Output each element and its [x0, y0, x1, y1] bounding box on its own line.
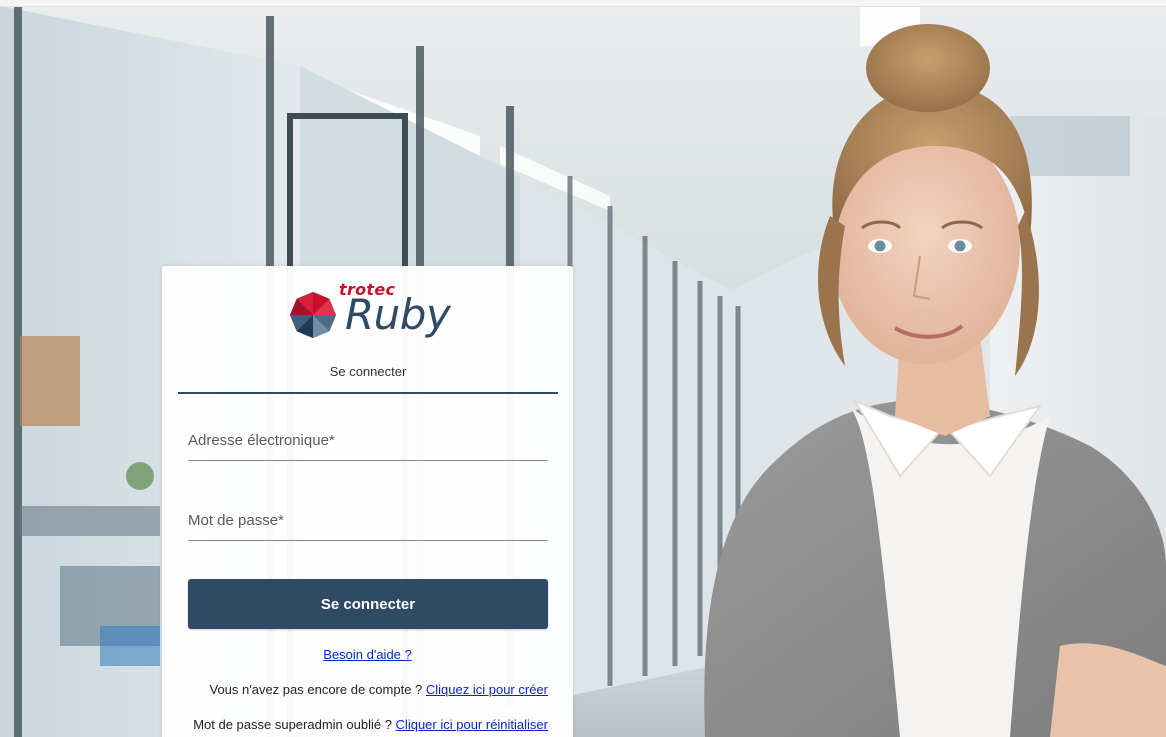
password-input[interactable]: [188, 504, 552, 542]
forgot-superadmin-text: Mot de passe superadmin oublié ?: [193, 717, 396, 732]
reset-superadmin-row: Mot de passe superadmin oublié ? Cliquer…: [193, 717, 548, 732]
no-account-text: Vous n'avez pas encore de compte ?: [209, 682, 426, 697]
email-input[interactable]: [188, 424, 552, 462]
email-field[interactable]: Adresse électronique*: [188, 424, 552, 462]
create-account-link[interactable]: Cliquez ici pour créer: [426, 682, 548, 697]
brand-product-name: Ruby: [345, 290, 451, 339]
help-link[interactable]: Besoin d'aide ?: [323, 647, 412, 662]
top-strip: [0, 0, 1166, 7]
login-page: trotec Ruby Se connecter Adresse électro…: [0, 0, 1166, 737]
login-button[interactable]: Se connecter: [188, 579, 548, 629]
octagon-umbrella-logo-icon: [290, 292, 336, 338]
create-account-row: Vous n'avez pas encore de compte ? Cliqu…: [209, 682, 548, 697]
tab-login[interactable]: Se connecter: [178, 362, 558, 394]
reset-password-link[interactable]: Cliquer ici pour réinitialiser: [396, 717, 548, 732]
password-field[interactable]: Mot de passe*: [188, 504, 552, 542]
brand-logo: trotec Ruby: [290, 280, 451, 344]
help-link-row: Besoin d'aide ?: [162, 647, 573, 662]
login-card: trotec Ruby Se connecter Adresse électro…: [162, 266, 573, 737]
